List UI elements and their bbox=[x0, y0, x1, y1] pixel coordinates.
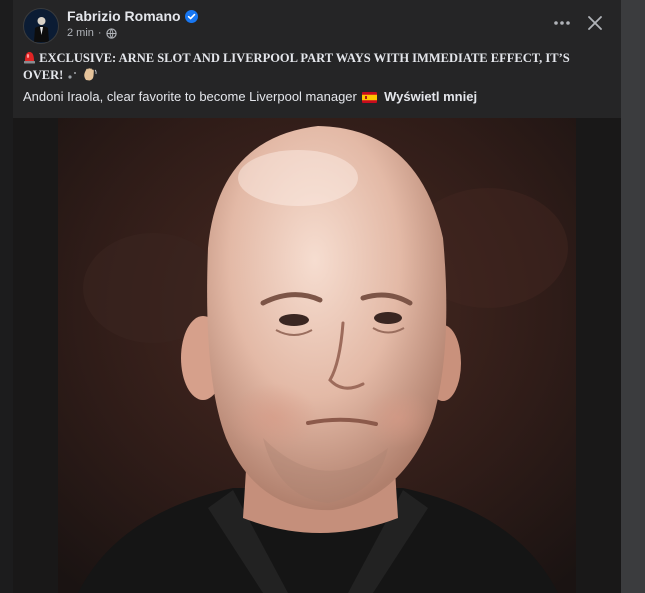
red-siren-emoji bbox=[24, 52, 35, 64]
close-icon bbox=[588, 16, 602, 30]
page-scroll-edge bbox=[621, 0, 645, 593]
post-timestamp[interactable]: 2 min bbox=[67, 27, 94, 39]
spain-flag-emoji bbox=[362, 92, 378, 103]
waving-hand-emoji bbox=[83, 68, 97, 81]
verified-badge-icon bbox=[184, 9, 198, 23]
post-photo-image bbox=[58, 118, 576, 593]
post-card: Fabrizio Romano 2 min · EXCLUSIVE: ARNE … bbox=[13, 0, 621, 593]
subline-text: Andoni Iraola, clear favorite to become … bbox=[23, 89, 357, 104]
author-name-text[interactable]: Fabrizio Romano bbox=[67, 8, 181, 24]
more-options-icon bbox=[554, 21, 570, 25]
post-headline: EXCLUSIVE: ARNE SLOT AND LIVERPOOL PART … bbox=[23, 50, 613, 84]
headline-text: EXCLUSIVE: ARNE SLOT AND LIVERPOOL PART … bbox=[23, 51, 570, 82]
photo-margin-left bbox=[13, 118, 58, 593]
avatar-person-icon bbox=[34, 17, 49, 42]
author-name[interactable]: Fabrizio Romano bbox=[67, 8, 198, 24]
more-options-button[interactable] bbox=[547, 10, 577, 36]
sparkle-emoji bbox=[68, 72, 77, 79]
see-less-link[interactable]: Wyświetl mniej bbox=[384, 89, 477, 104]
post-photo[interactable] bbox=[58, 118, 576, 593]
close-button[interactable] bbox=[581, 10, 609, 36]
author-avatar[interactable] bbox=[23, 8, 59, 44]
meta-separator: · bbox=[97, 27, 102, 39]
post-subline: Andoni Iraola, clear favorite to become … bbox=[23, 89, 613, 104]
photo-margin-right bbox=[576, 118, 621, 593]
post-meta: 2 min · bbox=[67, 27, 117, 39]
globe-icon[interactable] bbox=[105, 27, 117, 39]
